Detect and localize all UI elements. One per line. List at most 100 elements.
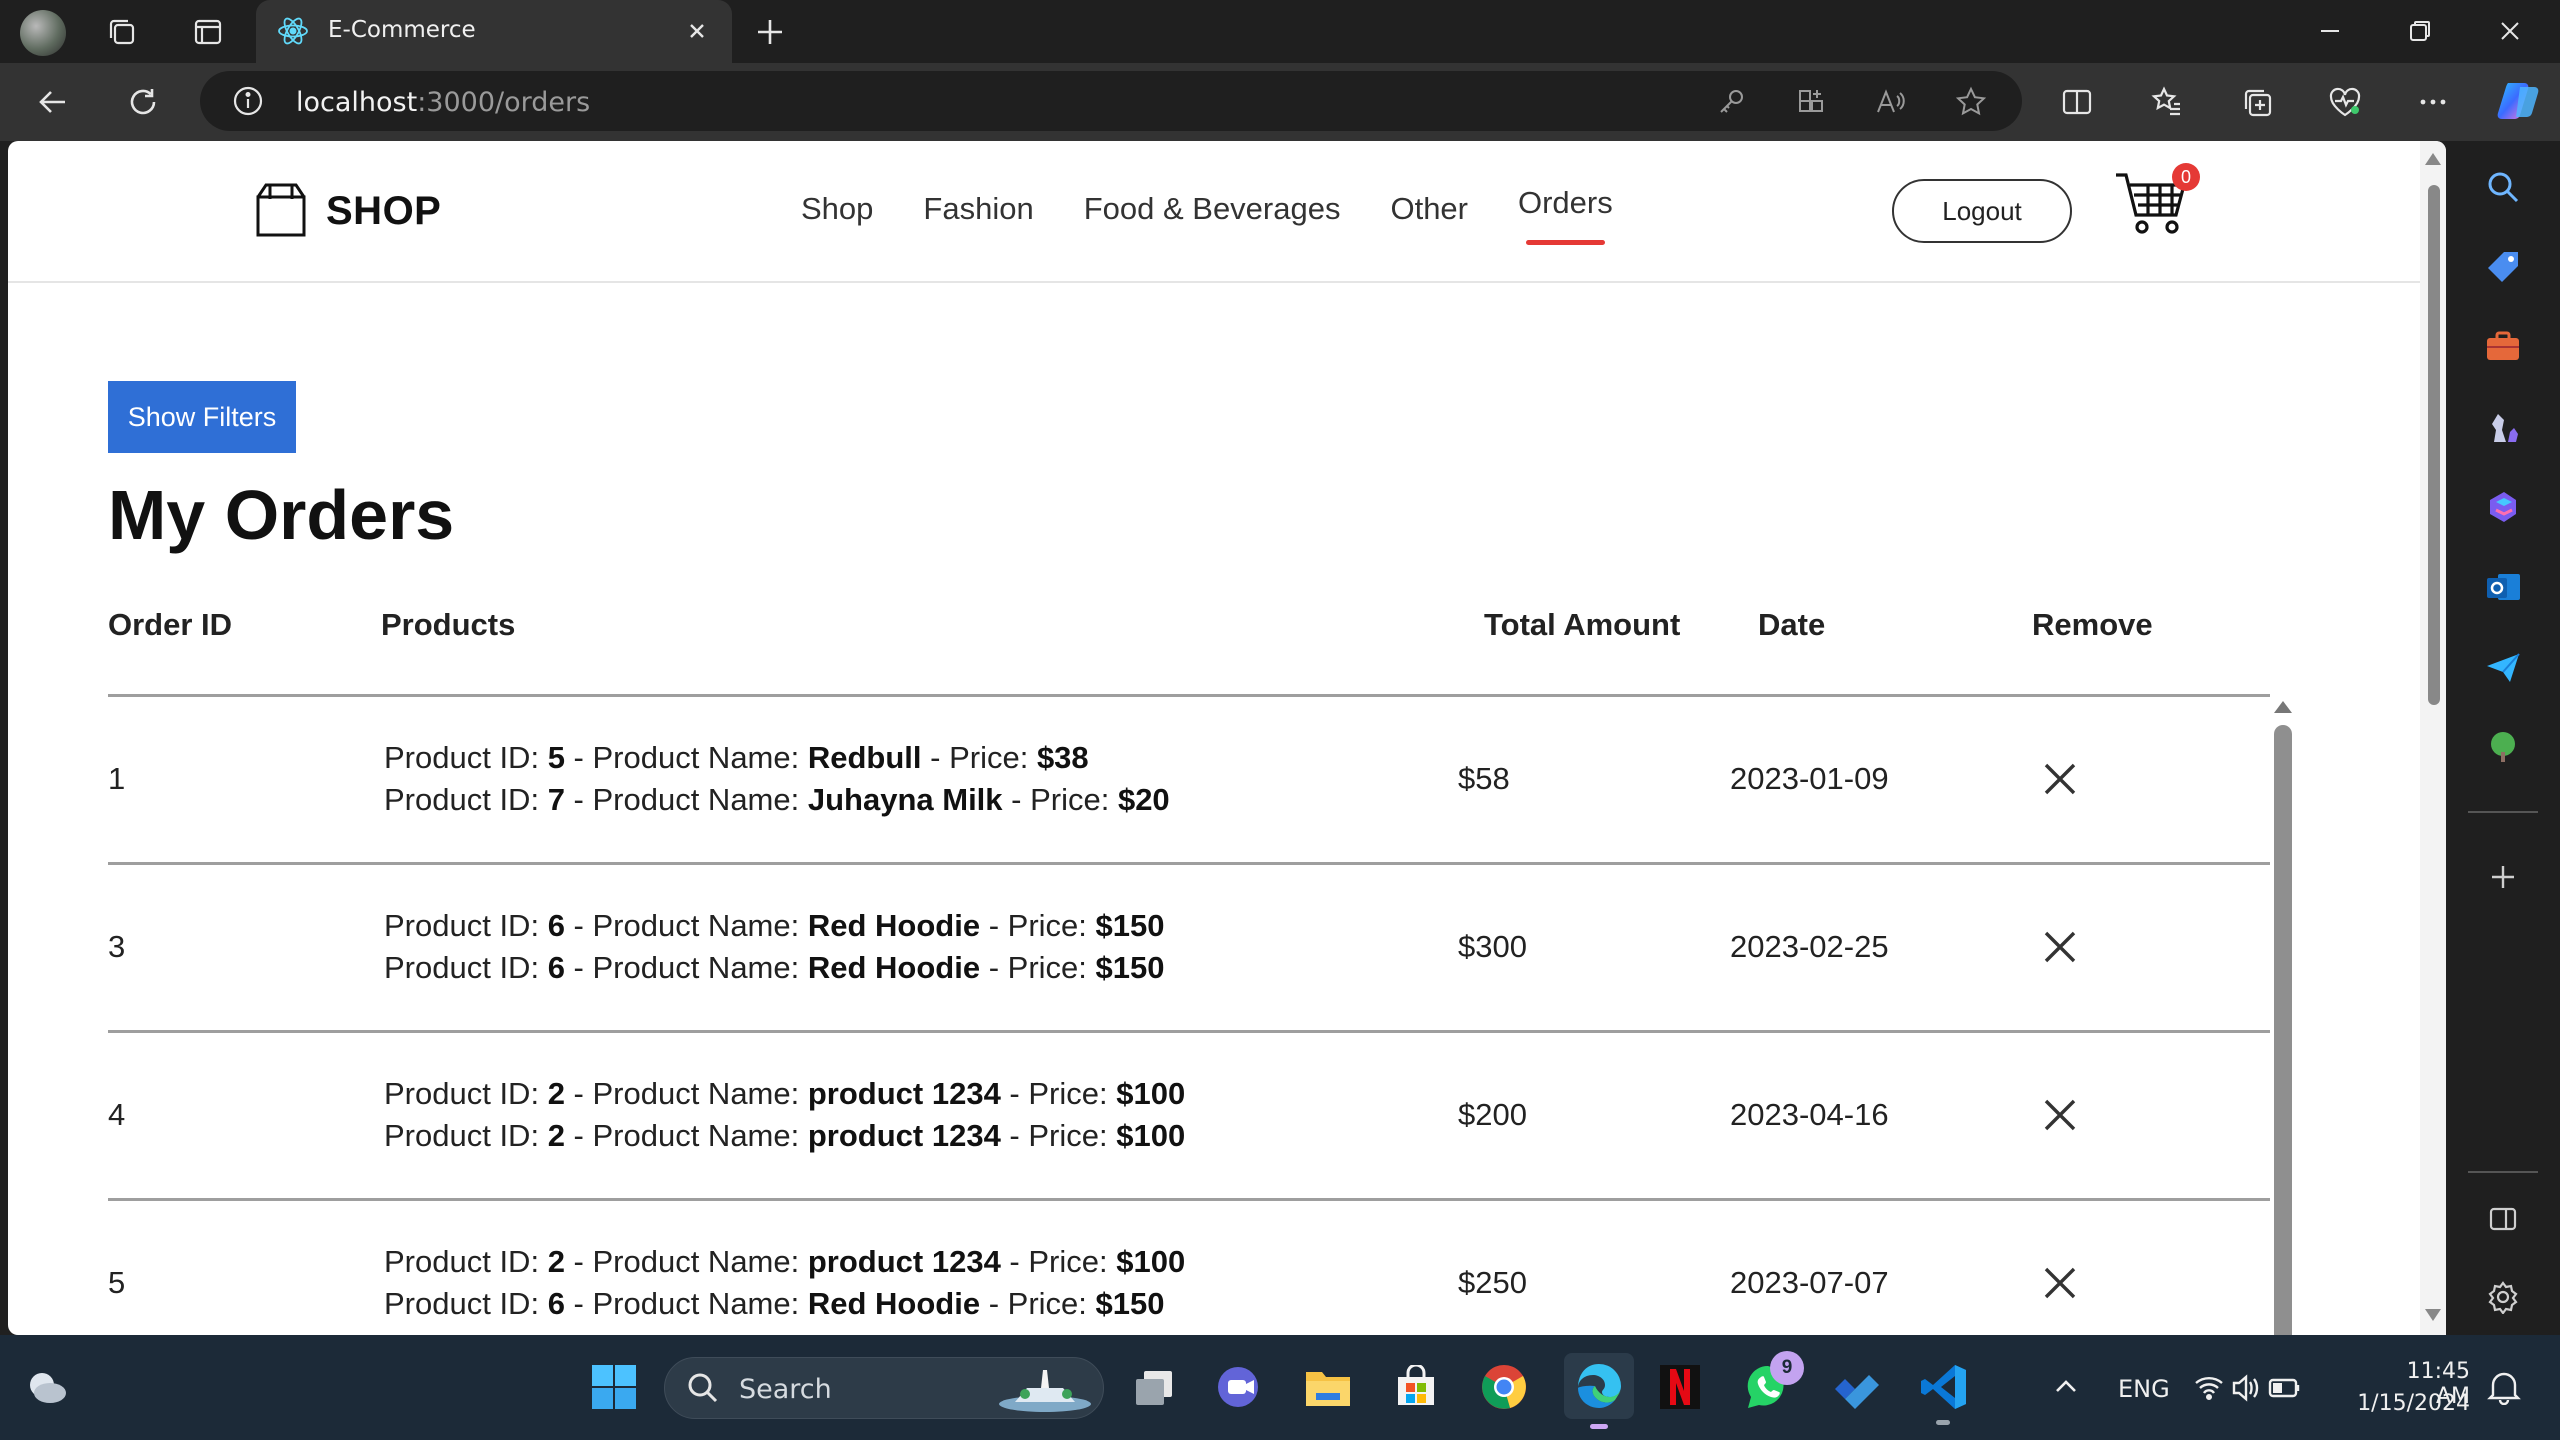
product-line: Product ID: 6 - Product Name: Red Hoodie… xyxy=(384,947,1164,989)
scroll-up-arrow-icon[interactable] xyxy=(2425,153,2441,165)
product-price-label: - Price: xyxy=(1002,782,1118,817)
taskbar-search-box[interactable]: Search xyxy=(664,1357,1104,1419)
read-aloud-icon[interactable] xyxy=(1872,83,1910,121)
clock-date[interactable]: 1/15/2024 xyxy=(2356,1391,2470,1416)
minimize-icon[interactable] xyxy=(2285,8,2375,54)
browser-tab[interactable]: E-Commerce xyxy=(256,0,732,63)
notification-bell-icon[interactable] xyxy=(2476,1359,2532,1415)
vscode-icon[interactable] xyxy=(1916,1359,1972,1425)
scroll-down-arrow-icon[interactable] xyxy=(2425,1309,2441,1321)
nav-other[interactable]: Other xyxy=(1390,191,1468,227)
product-id-label: Product ID: xyxy=(384,1118,548,1153)
outlook-icon[interactable] xyxy=(2479,563,2527,611)
remove-order-button[interactable] xyxy=(2038,1261,2082,1305)
product-name: product 1234 xyxy=(807,1244,1001,1279)
more-options-icon[interactable] xyxy=(2410,79,2456,125)
nav-food-beverages[interactable]: Food & Beverages xyxy=(1084,191,1341,227)
product-name-label: - Product Name: xyxy=(564,782,808,817)
column-date: Date xyxy=(1758,607,1826,642)
collections-icon[interactable] xyxy=(2234,79,2280,125)
browser-essentials-icon[interactable] xyxy=(2322,79,2368,125)
chrome-icon[interactable] xyxy=(1476,1359,1532,1415)
close-window-icon[interactable] xyxy=(2465,8,2555,54)
settings-gear-icon[interactable] xyxy=(2479,1273,2527,1321)
weather-icon[interactable] xyxy=(18,1359,74,1415)
file-explorer-icon[interactable] xyxy=(1300,1359,1356,1415)
microsoft-store-icon[interactable] xyxy=(1388,1359,1444,1415)
product-name-label: - Product Name: xyxy=(564,1076,808,1111)
site-info-icon[interactable] xyxy=(230,83,266,119)
remove-order-button[interactable] xyxy=(2038,1093,2082,1137)
profile-avatar[interactable] xyxy=(20,10,66,56)
table-scrollbar[interactable] xyxy=(2272,697,2296,1335)
favorites-icon[interactable] xyxy=(2144,79,2190,125)
product-price-label: - Price: xyxy=(980,950,1096,985)
tools-icon[interactable] xyxy=(2479,323,2527,371)
order-total: $200 xyxy=(1458,1097,1527,1132)
nav-orders[interactable]: Orders xyxy=(1518,185,1613,245)
task-view-icon[interactable] xyxy=(1126,1359,1182,1415)
cart-button[interactable]: 0 xyxy=(2112,161,2200,247)
netflix-icon[interactable] xyxy=(1652,1359,1708,1415)
tab-actions-icon[interactable] xyxy=(186,12,230,52)
product-price: $150 xyxy=(1095,1286,1165,1321)
refresh-icon[interactable] xyxy=(120,79,166,125)
key-icon[interactable] xyxy=(1712,83,1750,121)
order-date: 2023-07-07 xyxy=(1730,1265,1889,1300)
hide-sidebar-icon[interactable] xyxy=(2479,1195,2527,1243)
product-price: $20 xyxy=(1117,782,1170,817)
copilot-icon[interactable] xyxy=(2494,75,2544,125)
sidebar-divider xyxy=(2468,811,2538,813)
url-text: localhost:3000/orders xyxy=(296,87,590,118)
todo-check-icon[interactable] xyxy=(1828,1359,1884,1415)
show-filters-button[interactable]: Show Filters xyxy=(108,381,296,453)
remove-order-button[interactable] xyxy=(2038,757,2082,801)
product-price-label: - Price: xyxy=(980,908,1096,943)
start-icon[interactable] xyxy=(586,1359,642,1415)
teams-meet-icon[interactable] xyxy=(1212,1359,1268,1415)
restore-icon[interactable] xyxy=(2375,8,2465,54)
add-icon[interactable] xyxy=(2479,853,2527,901)
favorite-star-icon[interactable] xyxy=(1952,83,1990,121)
split-screen-icon[interactable] xyxy=(2054,79,2100,125)
logout-button[interactable]: Logout xyxy=(1892,179,2072,243)
table-scroll-thumb[interactable] xyxy=(2274,725,2292,1335)
cart-count-badge: 0 xyxy=(2172,163,2200,191)
back-icon[interactable] xyxy=(30,79,76,125)
address-bar[interactable]: localhost:3000/orders xyxy=(200,71,2022,131)
product-name: Juhayna Milk xyxy=(807,782,1003,817)
close-icon xyxy=(2044,931,2076,963)
chevron-up-icon[interactable] xyxy=(2038,1359,2094,1415)
workspaces-icon[interactable] xyxy=(100,12,144,52)
site-logo[interactable]: SHOP xyxy=(254,179,441,244)
nav-shop[interactable]: Shop xyxy=(801,191,873,227)
games-icon[interactable] xyxy=(2479,403,2527,451)
quick-settings[interactable] xyxy=(2190,1359,2310,1415)
scroll-up-arrow-icon[interactable] xyxy=(2274,701,2292,713)
page-scroll-thumb[interactable] xyxy=(2428,185,2440,705)
shopping-tag-icon[interactable] xyxy=(2479,243,2527,291)
microsoft-365-icon[interactable] xyxy=(2479,483,2527,531)
page-scrollbar[interactable] xyxy=(2420,141,2446,1335)
search-icon[interactable] xyxy=(2479,163,2527,211)
app-available-icon[interactable] xyxy=(1792,83,1830,121)
orders-table-body: 1 Product ID: 5 - Product Name: Redbull … xyxy=(108,697,2270,1335)
orders-table-header: Order ID Products Total Amount Date Remo… xyxy=(108,601,2270,697)
product-name-label: - Product Name: xyxy=(564,1286,808,1321)
active-app-indicator xyxy=(1590,1424,1608,1429)
product-name-label: - Product Name: xyxy=(564,908,808,943)
close-tab-icon[interactable] xyxy=(680,14,714,53)
product-line: Product ID: 6 - Product Name: Red Hoodie… xyxy=(384,905,1164,947)
language-indicator[interactable]: ENG xyxy=(2118,1375,2170,1403)
drop-tree-icon[interactable] xyxy=(2479,723,2527,771)
send-icon[interactable] xyxy=(2479,643,2527,691)
edge-icon[interactable] xyxy=(1564,1353,1634,1429)
remove-order-button[interactable] xyxy=(2038,925,2082,969)
nav-fashion[interactable]: Fashion xyxy=(923,191,1033,227)
order-date: 2023-02-25 xyxy=(1730,929,1889,964)
new-tab-icon[interactable] xyxy=(748,10,792,54)
product-id-label: Product ID: xyxy=(384,908,548,943)
product-id-label: Product ID: xyxy=(384,782,548,817)
product-price: $38 xyxy=(1036,740,1089,775)
column-total-amount: Total Amount xyxy=(1484,607,1681,642)
